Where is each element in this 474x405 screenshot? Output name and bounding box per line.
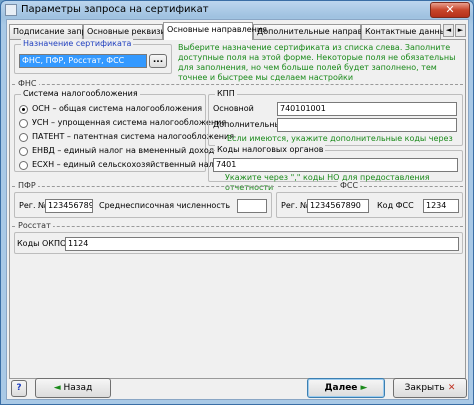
kpp-main-label: Основной	[213, 104, 254, 113]
tax-system-legend: Система налогообложения	[21, 89, 140, 98]
title-bar[interactable]: Параметры запроса на сертификат ✕	[1, 1, 473, 19]
pfr-reg-label: Рег. №	[19, 201, 47, 210]
rosstat-section-label: Росстат	[16, 221, 53, 230]
okpo-field[interactable]: 1124	[65, 237, 459, 251]
back-arrow-icon: ◄	[53, 383, 64, 393]
app-icon	[5, 4, 17, 16]
fns-section-divider: ФНС	[12, 79, 463, 88]
tax-option-osn-label[interactable]: ОСН – общая система налогообложения	[32, 104, 202, 113]
rosstat-group: Коды ОКПО 1124	[14, 232, 463, 254]
purpose-field[interactable]: ФНС, ПФР, Росстат, ФСС	[19, 54, 147, 68]
next-button[interactable]: Далее ►	[307, 378, 385, 398]
tax-option-patent-radio[interactable]	[19, 133, 28, 142]
help-button[interactable]: ?	[11, 380, 27, 397]
kpp-legend: КПП	[215, 89, 237, 98]
tab-main-directions[interactable]: Основные направления	[163, 22, 267, 40]
fss-reg-label: Рег. №	[281, 201, 309, 210]
purpose-legend: Назначение сертификата	[21, 39, 134, 48]
tax-option-envd-label[interactable]: ЕНВД – единый налог на вмененный доход	[32, 146, 214, 155]
tax-option-eshn-radio[interactable]	[19, 161, 28, 170]
back-button[interactable]: ◄ Назад	[35, 378, 111, 398]
tab-scroll-right-icon[interactable]: ►	[455, 24, 466, 37]
kpp-group: КПП Основной 740101001 Дополнительные Ес…	[208, 89, 463, 153]
tax-option-usn-radio[interactable]	[19, 119, 28, 128]
pfr-headcount-label: Среднесписочная численность	[99, 201, 231, 210]
fss-group: Рег. № 1234567890 Код ФСС 1234	[276, 192, 463, 218]
purpose-group: Назначение сертификата ФНС, ПФР, Росстат…	[14, 39, 172, 74]
kpp-extra-field[interactable]	[277, 118, 457, 132]
tax-option-osn-radio[interactable]	[19, 105, 28, 114]
purpose-browse-button[interactable]: ...	[149, 54, 167, 68]
next-arrow-icon: ►	[357, 383, 368, 393]
fss-reg-field[interactable]: 1234567890	[307, 199, 369, 213]
fss-section-label: ФСС	[338, 181, 361, 190]
pfr-section-label: ПФР	[16, 181, 38, 190]
fss-code-field[interactable]: 1234	[423, 199, 459, 213]
tab-page-main-directions: Назначение сертификата ФНС, ПФР, Росстат…	[9, 39, 466, 379]
window-title: Параметры запроса на сертификат	[21, 4, 209, 15]
tax-option-usn-label[interactable]: УСН – упрощенная система налогообложения	[32, 118, 226, 127]
dialog-window: Параметры запроса на сертификат ✕ Подпис…	[0, 0, 474, 405]
tax-authority-legend: Коды налоговых органов	[215, 145, 326, 154]
close-button[interactable]: Закрыть ✕	[393, 378, 467, 398]
fns-section-label: ФНС	[16, 79, 39, 88]
tax-authority-codes-field[interactable]: 7401	[213, 158, 458, 172]
tab-signing[interactable]: Подписание запроса	[9, 24, 101, 39]
next-button-label: Далее	[324, 383, 358, 393]
dialog-client-area: Подписание запроса Основные реквизиты Ос…	[6, 19, 469, 400]
rosstat-section-divider: Росстат	[12, 221, 463, 230]
back-button-label: Назад	[63, 383, 93, 393]
tab-strip: Подписание запроса Основные реквизиты Ос…	[9, 22, 467, 40]
tax-option-patent-label[interactable]: ПАТЕНТ – патентная система налогообложен…	[32, 132, 234, 141]
fss-code-label: Код ФСС	[377, 201, 414, 210]
pfr-reg-field[interactable]: 123456789	[45, 199, 93, 213]
tab-scroll-left-icon[interactable]: ◄	[443, 24, 454, 37]
tax-option-envd-radio[interactable]	[19, 147, 28, 156]
tax-option-eshn-label[interactable]: ЕСХН – единый сельскохозяйственный налог	[32, 160, 223, 169]
window-close-button[interactable]: ✕	[430, 2, 470, 18]
tab-extra-directions[interactable]: Дополнительные направления	[253, 24, 388, 39]
tax-authority-group: Коды налоговых органов 7401 Укажите чере…	[208, 145, 463, 192]
tax-system-group: Система налогообложения ОСН – общая сист…	[14, 89, 234, 172]
kpp-main-field[interactable]: 740101001	[277, 102, 457, 116]
fss-section-divider: ФСС	[278, 181, 463, 190]
pfr-group: Рег. № 123456789 Среднесписочная численн…	[14, 192, 272, 218]
close-button-label: Закрыть	[404, 383, 445, 393]
pfr-headcount-field[interactable]	[237, 199, 267, 213]
tab-main-details[interactable]: Основные реквизиты	[83, 24, 177, 39]
tab-contacts[interactable]: Контактные данные	[361, 24, 451, 39]
purpose-hint: Выберите назначение сертификата из списк…	[178, 43, 456, 82]
close-x-icon: ✕	[444, 383, 456, 393]
pfr-section-divider: ПФР	[12, 181, 274, 190]
okpo-label: Коды ОКПО	[17, 239, 67, 248]
kpp-extra-label: Дополнительные	[213, 120, 286, 129]
